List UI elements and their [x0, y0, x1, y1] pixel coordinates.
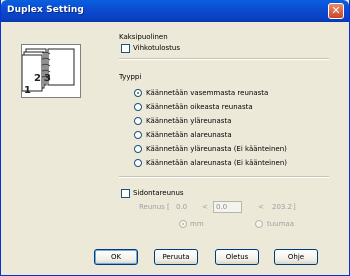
radio-flip-bottom[interactable]: [134, 131, 142, 139]
binding-offset-checkbox[interactable]: [121, 189, 130, 198]
margin-lt1: <: [202, 203, 208, 211]
margin-lt2: <: [258, 203, 264, 211]
option-flip-bottom-no-reverse: Käännetään alareunasta (Ei käänteinen): [146, 159, 288, 167]
unit-inch-radio[interactable]: [255, 220, 263, 228]
booklet-label: Vihkotulostus: [133, 44, 180, 52]
margin-min: 0.0: [176, 203, 188, 211]
help-button[interactable]: Ohje: [274, 249, 318, 265]
preview-page-left-number: 2: [34, 73, 41, 84]
close-button[interactable]: ✕: [328, 3, 344, 19]
unit-inch-label: tuumaa: [267, 220, 295, 228]
radio-flip-left[interactable]: [134, 89, 142, 97]
duplex-preview: 2 3 1: [21, 44, 81, 98]
margin-max: 203.2: [272, 203, 293, 211]
cancel-button[interactable]: Peruuta: [154, 249, 198, 265]
default-button[interactable]: Oletus: [215, 249, 259, 265]
radio-flip-right[interactable]: [134, 103, 142, 111]
binding-offset-label: Sidontareunus: [133, 189, 184, 197]
margin-value-input[interactable]: 0.0: [213, 201, 242, 213]
unit-mm-label: mm: [190, 220, 204, 228]
booklet-checkbox[interactable]: [121, 44, 130, 53]
ok-button[interactable]: OK: [94, 249, 138, 265]
preview-page-right-number: 3: [44, 73, 51, 84]
option-flip-top: Käännetään yläreunasta: [146, 117, 232, 125]
divider: [119, 176, 329, 178]
type-heading: Tyyppi: [119, 73, 142, 81]
radio-flip-bottom-no-reverse[interactable]: [134, 159, 142, 167]
radio-flip-top[interactable]: [134, 117, 142, 125]
radio-flip-top-no-reverse[interactable]: [134, 145, 142, 153]
title-bar: Duplex Setting ✕: [1, 0, 349, 22]
margin-close-bracket: ]: [293, 203, 296, 211]
option-flip-bottom: Käännetään alareunasta: [146, 131, 232, 139]
divider: [119, 58, 329, 60]
window-title: Duplex Setting: [7, 5, 84, 15]
close-icon: ✕: [331, 4, 341, 17]
duplex-setting-dialog: Duplex Setting ✕ 2 3 1 Kaksipuolinen Vih…: [0, 0, 350, 276]
margin-label: Reunus [: [139, 203, 170, 211]
unit-mm-radio[interactable]: [179, 220, 187, 228]
option-flip-right: Käännetään oikeasta reunasta: [146, 103, 253, 111]
option-flip-top-no-reverse: Käännetään yläreunasta (Ei käänteinen): [146, 145, 287, 153]
preview-page-front-number: 1: [24, 85, 31, 96]
duplex-heading: Kaksipuolinen: [119, 33, 168, 41]
option-flip-left: Käännetään vasemmasta reunasta: [146, 89, 269, 97]
